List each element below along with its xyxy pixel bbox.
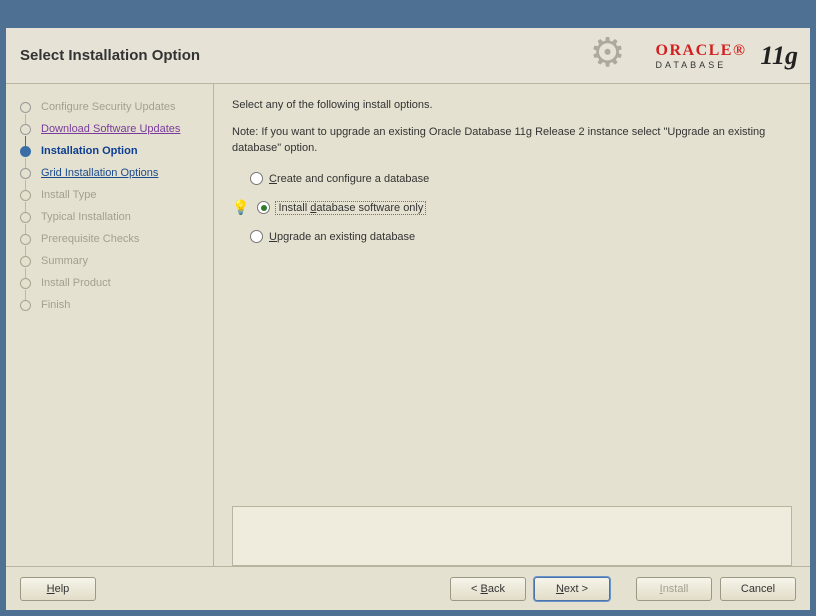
back-button[interactable]: < Back [450,577,526,601]
help-button[interactable]: Help [20,577,96,601]
radio-icon[interactable] [257,201,270,214]
message-area [232,506,792,566]
sidebar: Configure Security Updates Download Soft… [6,84,214,566]
sidebar-step-install-product: Install Product [6,272,213,294]
page-title: Select Installation Option [20,47,200,64]
gear-icon: ⚙ [590,30,626,76]
radio-create[interactable]: Create and configure a database [232,172,792,185]
header: Select Installation Option ⚙ ORACLE® DAT… [6,28,810,84]
content: Select Installation Option ⚙ ORACLE® DAT… [6,28,810,610]
intro-text: Select any of the following install opti… [232,98,792,113]
sidebar-step-installation-option[interactable]: Installation Option [6,140,213,162]
sidebar-step-prerequisite-checks: Prerequisite Checks [6,228,213,250]
install-button: Install [636,577,712,601]
radio-group: Create and configure a database 💡 Instal… [232,172,792,243]
oracle-logo: ORACLE® DATABASE [656,42,747,70]
panel: Select any of the following install opti… [214,84,810,566]
note-text: Note: If you want to upgrade an existing… [232,125,792,156]
branding: ⚙ ORACLE® DATABASE 11g [590,28,798,84]
sidebar-step-summary: Summary [6,250,213,272]
sidebar-step-install-type: Install Type [6,184,213,206]
next-button[interactable]: Next > [534,577,610,601]
cancel-button[interactable]: Cancel [720,577,796,601]
main: Configure Security Updates Download Soft… [6,84,810,566]
version-label: 11g [760,41,798,71]
sidebar-step-finish: Finish [6,294,213,316]
sidebar-step-grid-installation[interactable]: Grid Installation Options [6,162,213,184]
radio-icon[interactable] [250,172,263,185]
sidebar-step-configure-security: Configure Security Updates [6,96,213,118]
footer: Help < Back Next > Install Cancel [6,566,810,610]
radio-icon[interactable] [250,230,263,243]
sidebar-step-typical-installation: Typical Installation [6,206,213,228]
sidebar-step-download-updates[interactable]: Download Software Updates [6,118,213,140]
radio-install-software-only[interactable]: 💡 Install database software only [232,199,792,216]
radio-upgrade[interactable]: Upgrade an existing database [232,230,792,243]
lightbulb-icon: 💡 [232,199,249,216]
